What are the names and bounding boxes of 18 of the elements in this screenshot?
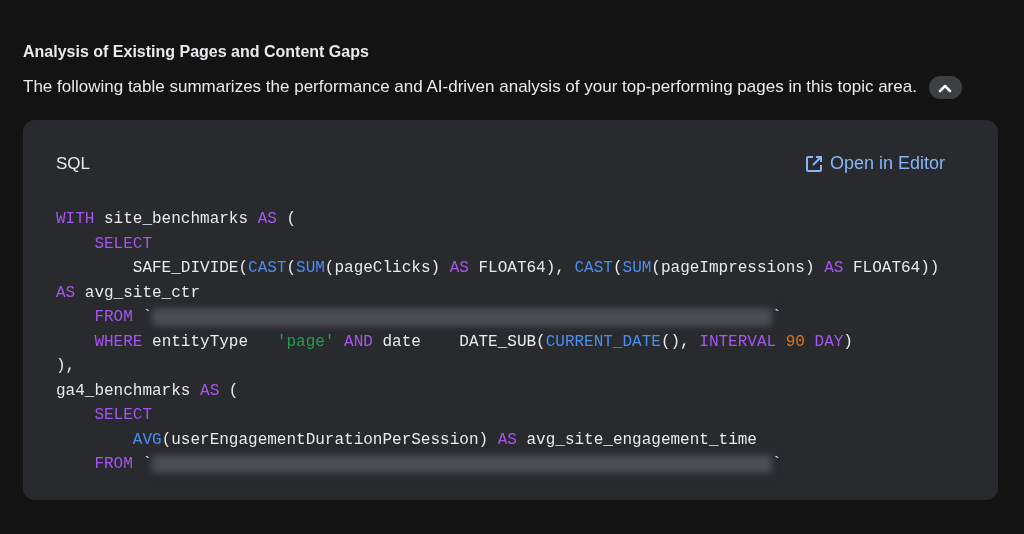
code-line: WHERE entityType 'page' AND date DATE_SUB(CURRENT_DATE(), INTERVAL 90 DAY) [93, 331, 854, 353]
code-line: AS avg_site_ctr [56, 282, 202, 304]
chevron-up-icon [938, 82, 953, 93]
code-line: ga4_benchmarks AS ( [56, 380, 240, 402]
code-line: FROM ` ` [93, 306, 783, 328]
collapse-button[interactable] [928, 76, 962, 99]
code-line: WITH site_benchmarks AS ( [56, 209, 298, 230]
code-line: SELECT [93, 405, 153, 426]
code-line: ), [56, 356, 77, 377]
code-line: FROM ` ` [93, 453, 783, 475]
code-line: SELECT [93, 233, 153, 255]
code-language: SQL [56, 152, 91, 175]
section-heading: Analysis of Existing Pages and Content Gaps [23, 42, 370, 62]
open-in-editor-link[interactable]: Open in Editor [803, 150, 945, 177]
intro-text: The following table summarizes the performance and AI-driven analysis of your top-performing pages in this topic area. [23, 70, 1001, 104]
external-link-icon [803, 153, 824, 174]
code-line: SAFE_DIVIDE(CAST(SUM(pageClicks) AS FLOAT64), CAST(SUM(pageImpressions) AS FLOAT64)) [131, 258, 941, 279]
code-line: AVG(userEngagementDurationPerSession) AS avg_site_engagement_time [131, 429, 758, 451]
